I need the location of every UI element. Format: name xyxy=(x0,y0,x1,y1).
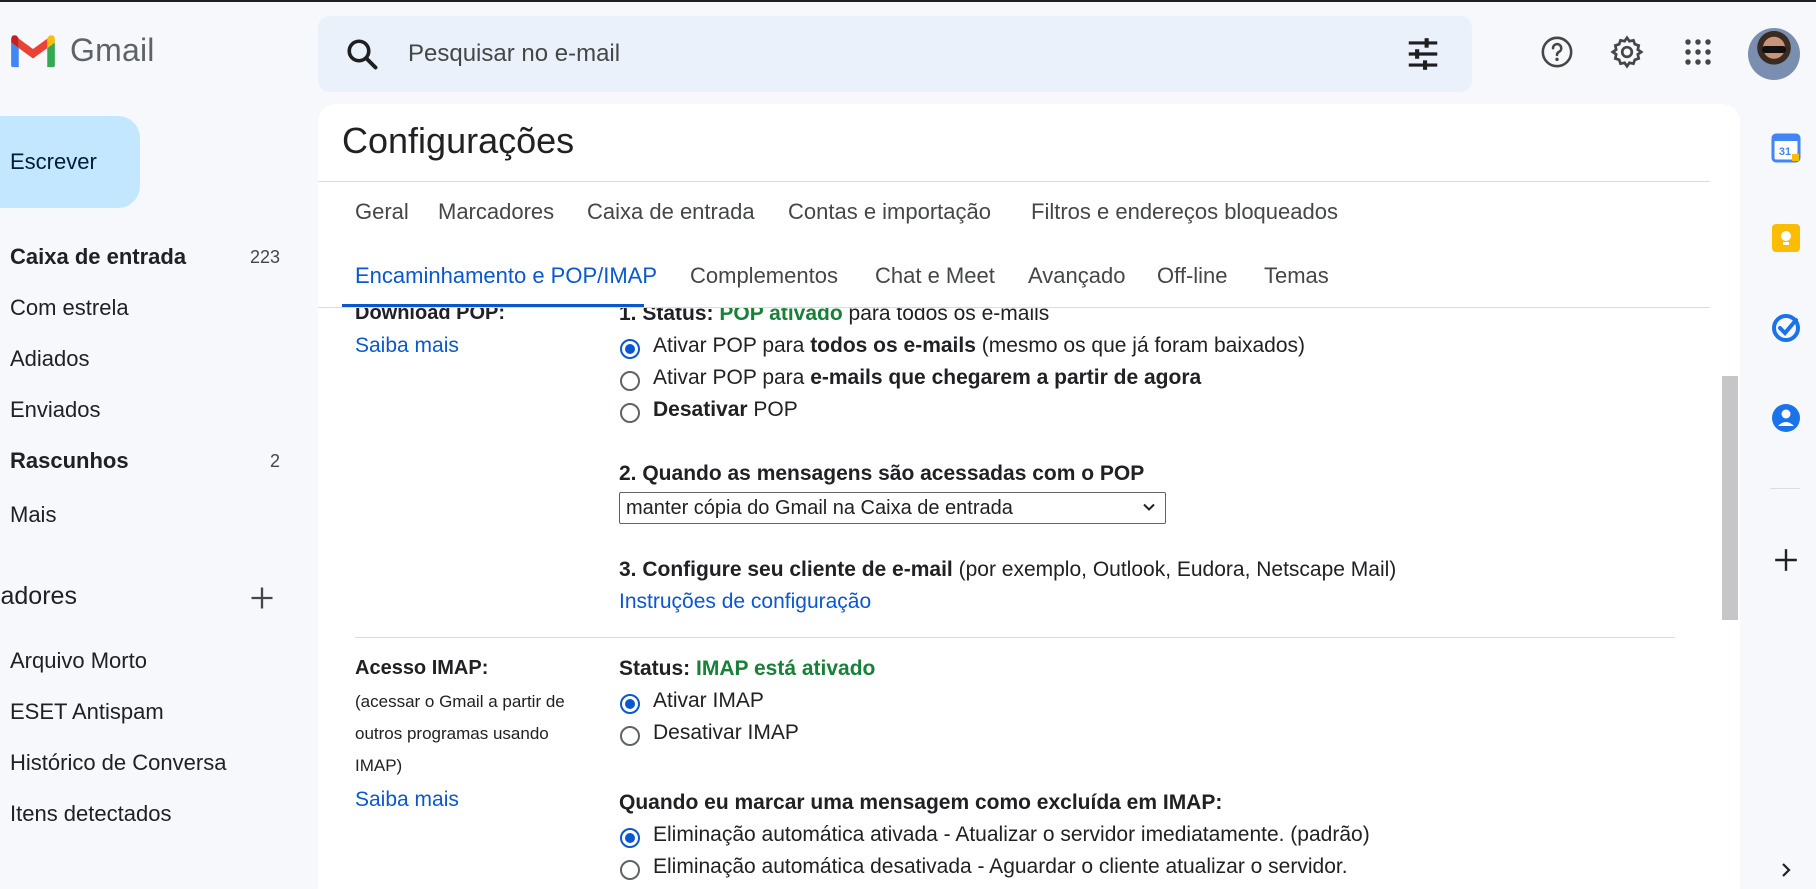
labels-heading: cadores xyxy=(0,582,77,610)
search-options-icon[interactable] xyxy=(1404,35,1442,73)
section-divider xyxy=(355,637,1675,638)
expand-panel-chevron-icon[interactable] xyxy=(1768,852,1804,888)
chevron-down-icon xyxy=(1143,503,1155,511)
tab-filters-blocked[interactable]: Filtros e endereços bloqueados xyxy=(1031,197,1338,227)
imap-learn-more-link[interactable]: Saiba mais xyxy=(355,788,459,812)
compose-label: Escrever xyxy=(10,149,97,174)
imap-deleted-question: Quando eu marcar uma mensagem como exclu… xyxy=(619,791,1223,814)
label-item[interactable]: Histórico de Conversa xyxy=(10,738,280,788)
calendar-icon[interactable]: 31 xyxy=(1768,130,1804,166)
drafts-count: 2 xyxy=(269,451,280,471)
page-title: Configurações xyxy=(342,120,575,161)
pop-client-setup: 3. Configure seu cliente de e-mail (por … xyxy=(619,558,1397,581)
pop-new-mail-label: Ativar POP para e-mails que chegarem a p… xyxy=(653,366,1202,389)
pop-status-value: POP ativado xyxy=(719,308,843,325)
tab-offline[interactable]: Off-line xyxy=(1157,261,1228,291)
nav-item-more[interactable]: Mais xyxy=(10,490,280,540)
settings-content: Download POP: Saiba mais 1. Status: POP … xyxy=(318,308,1710,889)
imap-status: Status: IMAP está ativado xyxy=(619,657,876,680)
tab-accounts-import[interactable]: Contas e importação xyxy=(788,197,991,227)
scrollbar-thumb[interactable] xyxy=(1722,376,1738,620)
imap-disable-radio[interactable] xyxy=(620,726,640,746)
search-icon[interactable] xyxy=(344,36,380,72)
tab-advanced[interactable]: Avançado xyxy=(1028,261,1125,291)
imap-status-value: IMAP está ativado xyxy=(696,657,876,680)
tab-inbox[interactable]: Caixa de entrada xyxy=(587,197,755,227)
pop-section-label: Download POP: xyxy=(355,308,505,324)
pop-access-question: 2. Quando as mensagens são acessadas com… xyxy=(619,462,1145,485)
divider xyxy=(318,181,1710,182)
auto-expunge-on-radio[interactable] xyxy=(620,828,640,848)
compose-button[interactable]: Escrever xyxy=(0,116,140,208)
gmail-logo[interactable]: Gmail xyxy=(8,30,155,70)
settings-gear-icon[interactable] xyxy=(1607,32,1647,72)
keep-icon[interactable] xyxy=(1768,220,1804,256)
imap-disable-label: Desativar IMAP xyxy=(653,721,799,744)
imap-description: (acessar o Gmail a partir de outros prog… xyxy=(355,692,565,775)
pop-all-mail-radio[interactable] xyxy=(620,339,640,359)
search-bar[interactable]: Pesquisar no e-mail xyxy=(318,16,1472,92)
label-item[interactable]: Itens detectados xyxy=(10,789,280,839)
nav-item-sent[interactable]: Enviados xyxy=(10,385,280,435)
auto-expunge-on-label: Eliminação automática ativada - Atualiza… xyxy=(653,823,1370,846)
tab-labels[interactable]: Marcadores xyxy=(438,197,554,227)
tab-chat-meet[interactable]: Chat e Meet xyxy=(875,261,995,291)
nav-item-drafts[interactable]: Rascunhos 2 xyxy=(10,436,280,486)
add-label-plus-icon[interactable] xyxy=(248,584,276,612)
contacts-icon[interactable] xyxy=(1768,400,1804,436)
label-item[interactable]: Arquivo Morto xyxy=(10,636,280,686)
pop-status: 1. Status: POP ativado para todos os e-m… xyxy=(619,308,1049,326)
nav-item-starred[interactable]: Com estrela xyxy=(10,283,280,333)
unread-count: 223 xyxy=(249,247,280,267)
auto-expunge-off-radio[interactable] xyxy=(620,860,640,880)
pop-all-mail-label: Ativar POP para todos os e-mails (mesmo … xyxy=(653,334,1306,357)
pop-learn-more-link[interactable]: Saiba mais xyxy=(355,334,459,358)
tab-themes[interactable]: Temas xyxy=(1264,261,1329,291)
help-icon[interactable] xyxy=(1537,32,1577,72)
app-name: Gmail xyxy=(70,31,155,68)
pop-new-mail-radio[interactable] xyxy=(620,371,640,391)
add-addon-plus-icon[interactable] xyxy=(1768,542,1804,578)
pop-disable-label: Desativar POP xyxy=(653,398,798,421)
tab-general[interactable]: Geral xyxy=(355,197,409,227)
imap-enable-label: Ativar IMAP xyxy=(653,689,764,712)
search-input[interactable]: Pesquisar no e-mail xyxy=(408,16,620,92)
nav-item-snoozed[interactable]: Adiados xyxy=(10,334,280,384)
account-avatar[interactable] xyxy=(1748,28,1800,80)
window-top-border xyxy=(0,0,1816,2)
imap-section-label: Acesso IMAP: xyxy=(355,657,489,679)
pop-action-select[interactable]: manter cópia do Gmail na Caixa de entrad… xyxy=(619,492,1166,524)
side-panel-divider xyxy=(1770,488,1800,489)
tab-forwarding-pop-imap[interactable]: Encaminhamento e POP/IMAP xyxy=(355,261,657,291)
setup-instructions-link[interactable]: Instruções de configuração xyxy=(619,590,871,614)
auto-expunge-off-label: Eliminação automática desativada - Aguar… xyxy=(653,855,1348,878)
nav-item-inbox[interactable]: Caixa de entrada 223 xyxy=(10,232,280,282)
gmail-m-icon xyxy=(11,35,55,68)
imap-enable-radio[interactable] xyxy=(620,694,640,714)
apps-grid-icon[interactable] xyxy=(1678,32,1718,72)
label-item[interactable]: ESET Antispam xyxy=(10,687,280,737)
pop-disable-radio[interactable] xyxy=(620,403,640,423)
tasks-icon[interactable] xyxy=(1768,310,1804,346)
tab-addons[interactable]: Complementos xyxy=(690,261,838,291)
calendar-day: 31 xyxy=(1779,146,1791,158)
